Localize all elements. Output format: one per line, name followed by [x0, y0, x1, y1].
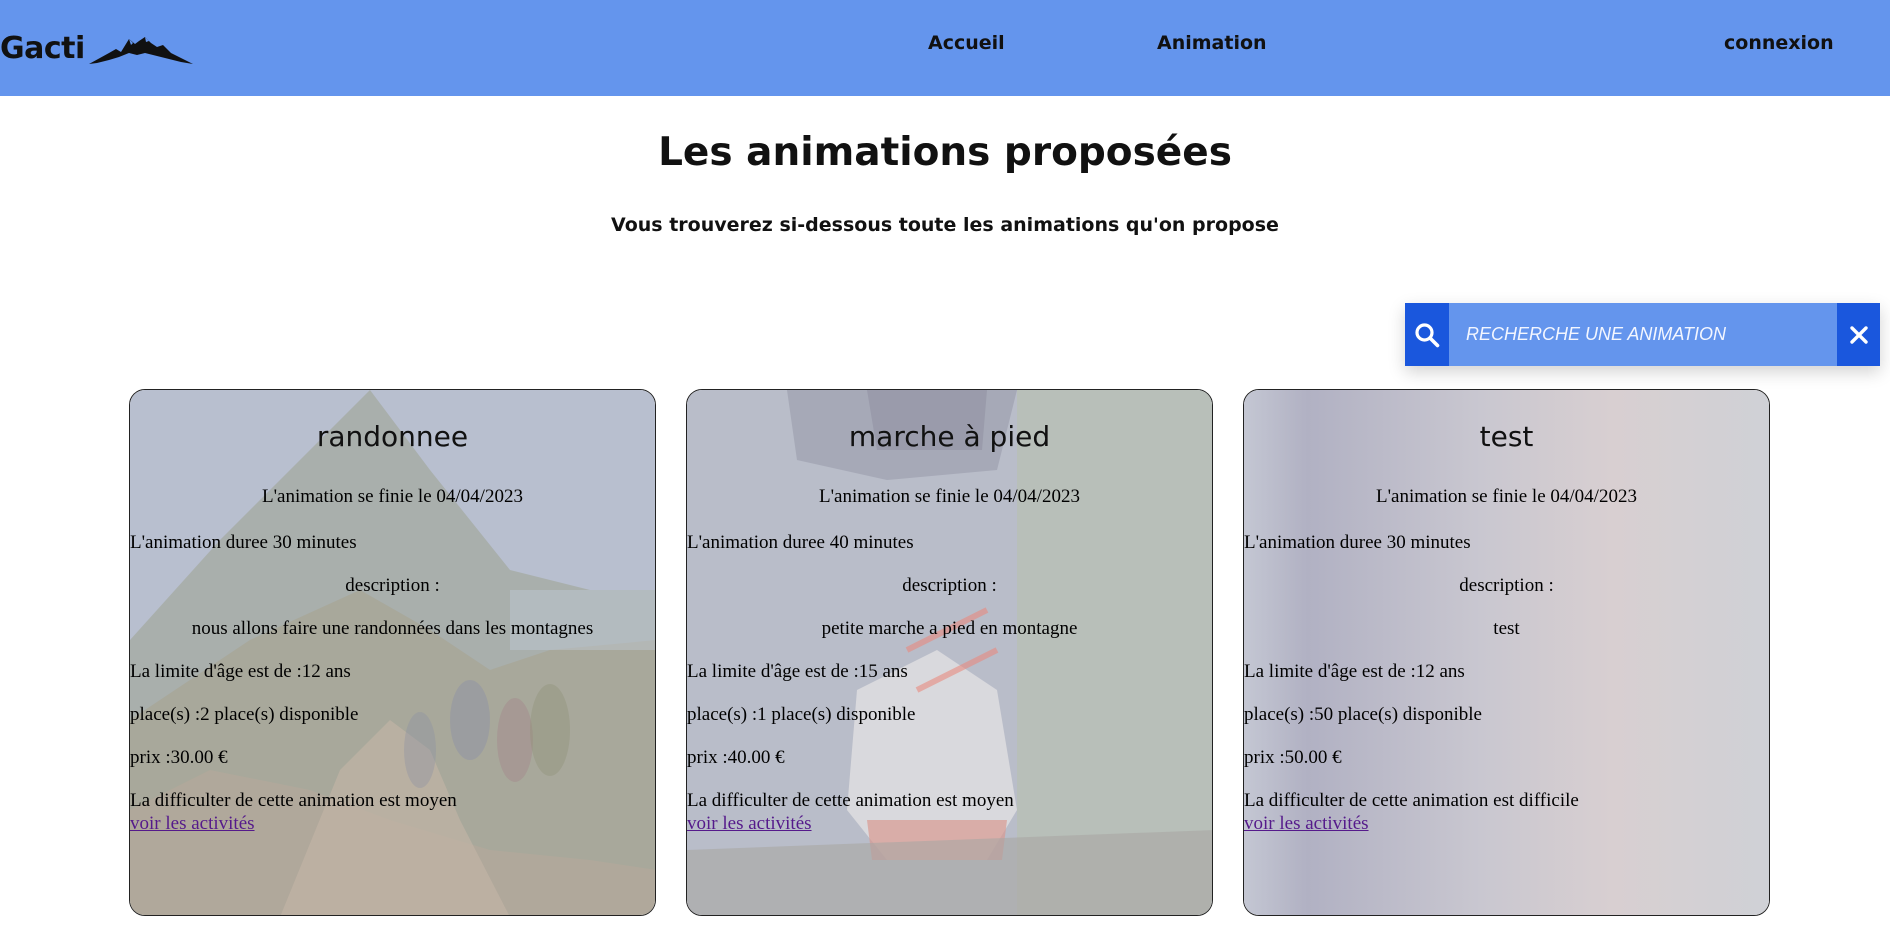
card-places: place(s) :1 place(s) disponible	[687, 704, 916, 725]
card-price: prix :50.00 €	[1244, 747, 1342, 768]
mountain-icon	[88, 37, 193, 64]
card-duration: L'animation duree 30 minutes	[130, 532, 357, 553]
card-duration: L'animation duree 40 minutes	[687, 532, 914, 553]
card-duration: L'animation duree 30 minutes	[1244, 532, 1471, 553]
card-price: prix :30.00 €	[130, 747, 228, 768]
card-description: test	[1493, 618, 1520, 639]
card-price: prix :40.00 €	[687, 747, 785, 768]
card-description-label: description :	[902, 575, 997, 596]
card-end-date: L'animation se finie le 04/04/2023	[819, 486, 1080, 507]
card-title: marche à pied	[848, 420, 1051, 453]
card-places: place(s) :2 place(s) disponible	[130, 704, 359, 725]
search-input[interactable]	[1449, 303, 1837, 366]
card-end-date: L'animation se finie le 04/04/2023	[262, 486, 523, 507]
clear-search-button[interactable]	[1837, 303, 1880, 366]
card-age-limit: La limite d'âge est de :12 ans	[130, 661, 351, 682]
view-activities-link[interactable]: voir les activités	[687, 813, 812, 835]
brand[interactable]: Gacti	[0, 28, 193, 68]
nav-link-connexion[interactable]: connexion	[1724, 32, 1834, 54]
navbar: Gacti Accueil Animation connexion	[0, 0, 1890, 96]
card-age-limit: La limite d'âge est de :12 ans	[1244, 661, 1465, 682]
card-description: nous allons faire une randonnées dans le…	[191, 618, 594, 639]
card-description-label: description :	[345, 575, 440, 596]
search-bar	[1405, 303, 1880, 366]
search-button[interactable]	[1405, 303, 1449, 366]
animation-card: marche à pied L'animation se finie le 04…	[686, 389, 1213, 916]
card-description-label: description :	[1459, 575, 1554, 596]
close-icon	[1849, 325, 1868, 344]
nav-link-animation[interactable]: Animation	[1157, 32, 1267, 54]
animation-card: test L'animation se finie le 04/04/2023 …	[1243, 389, 1770, 916]
card-description: petite marche a pied en montagne	[821, 618, 1078, 639]
view-activities-link[interactable]: voir les activités	[1244, 813, 1369, 835]
card-difficulty: La difficulter de cette animation est di…	[1244, 790, 1579, 811]
page-subtitle: Vous trouverez si-dessous toute les anim…	[611, 214, 1279, 236]
brand-name: Gacti	[0, 30, 85, 66]
page-title: Les animations proposées	[658, 130, 1232, 175]
animation-card: randonnee L'animation se finie le 04/04/…	[129, 389, 656, 916]
search-icon	[1415, 322, 1440, 347]
card-difficulty: La difficulter de cette animation est mo…	[130, 790, 457, 811]
nav-link-accueil[interactable]: Accueil	[928, 32, 1005, 54]
card-title: test	[1479, 420, 1534, 453]
card-title: randonnee	[316, 420, 469, 453]
card-age-limit: La limite d'âge est de :15 ans	[687, 661, 908, 682]
view-activities-link[interactable]: voir les activités	[130, 813, 255, 835]
card-end-date: L'animation se finie le 04/04/2023	[1376, 486, 1637, 507]
card-difficulty: La difficulter de cette animation est mo…	[687, 790, 1014, 811]
card-places: place(s) :50 place(s) disponible	[1244, 704, 1482, 725]
